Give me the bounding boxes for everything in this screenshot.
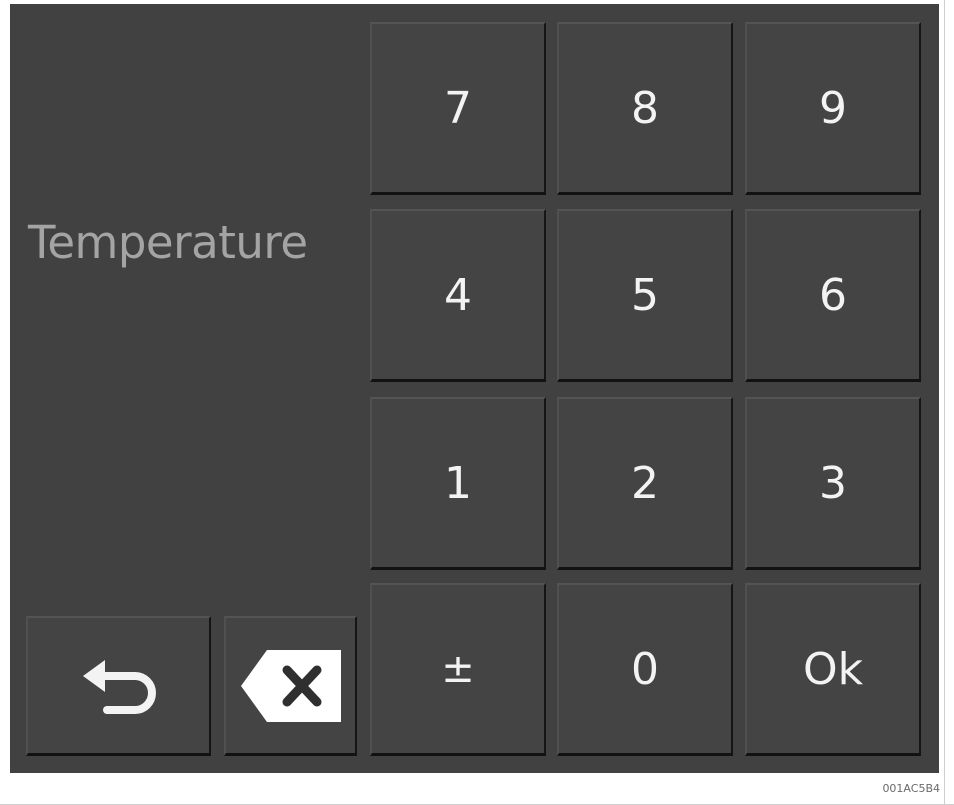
key-8[interactable]: 8	[557, 22, 733, 195]
image-frame: Temperature 7 8 9 4 5 6 1 2 3 ± 0 Ok 001…	[0, 0, 954, 805]
key-9-label: 9	[819, 82, 847, 134]
key-1[interactable]: 1	[370, 397, 546, 570]
key-6[interactable]: 6	[745, 209, 921, 382]
back-button[interactable]	[26, 616, 211, 756]
return-arrow-icon	[82, 659, 156, 714]
backspace-button[interactable]	[224, 616, 357, 756]
key-7-label: 7	[444, 82, 472, 134]
plus-minus-label: ±	[441, 646, 475, 692]
key-0[interactable]: 0	[557, 583, 733, 756]
frame-border-right	[944, 0, 945, 805]
figure-code: 001AC5B4	[882, 782, 940, 795]
key-5[interactable]: 5	[557, 209, 733, 382]
key-3-label: 3	[819, 457, 847, 509]
backspace-icon	[240, 649, 341, 722]
key-4-label: 4	[444, 269, 472, 321]
key-3[interactable]: 3	[745, 397, 921, 570]
key-1-label: 1	[444, 457, 472, 509]
key-6-label: 6	[819, 269, 847, 321]
key-8-label: 8	[631, 82, 659, 134]
key-0-label: 0	[631, 643, 659, 695]
key-4[interactable]: 4	[370, 209, 546, 382]
field-label: Temperature	[28, 216, 308, 269]
key-2-label: 2	[631, 457, 659, 509]
key-7[interactable]: 7	[370, 22, 546, 195]
plus-minus-button[interactable]: ±	[370, 583, 546, 756]
ok-label: Ok	[802, 643, 864, 695]
key-9[interactable]: 9	[745, 22, 921, 195]
ok-button[interactable]: Ok	[745, 583, 921, 756]
key-5-label: 5	[631, 269, 659, 321]
key-2[interactable]: 2	[557, 397, 733, 570]
